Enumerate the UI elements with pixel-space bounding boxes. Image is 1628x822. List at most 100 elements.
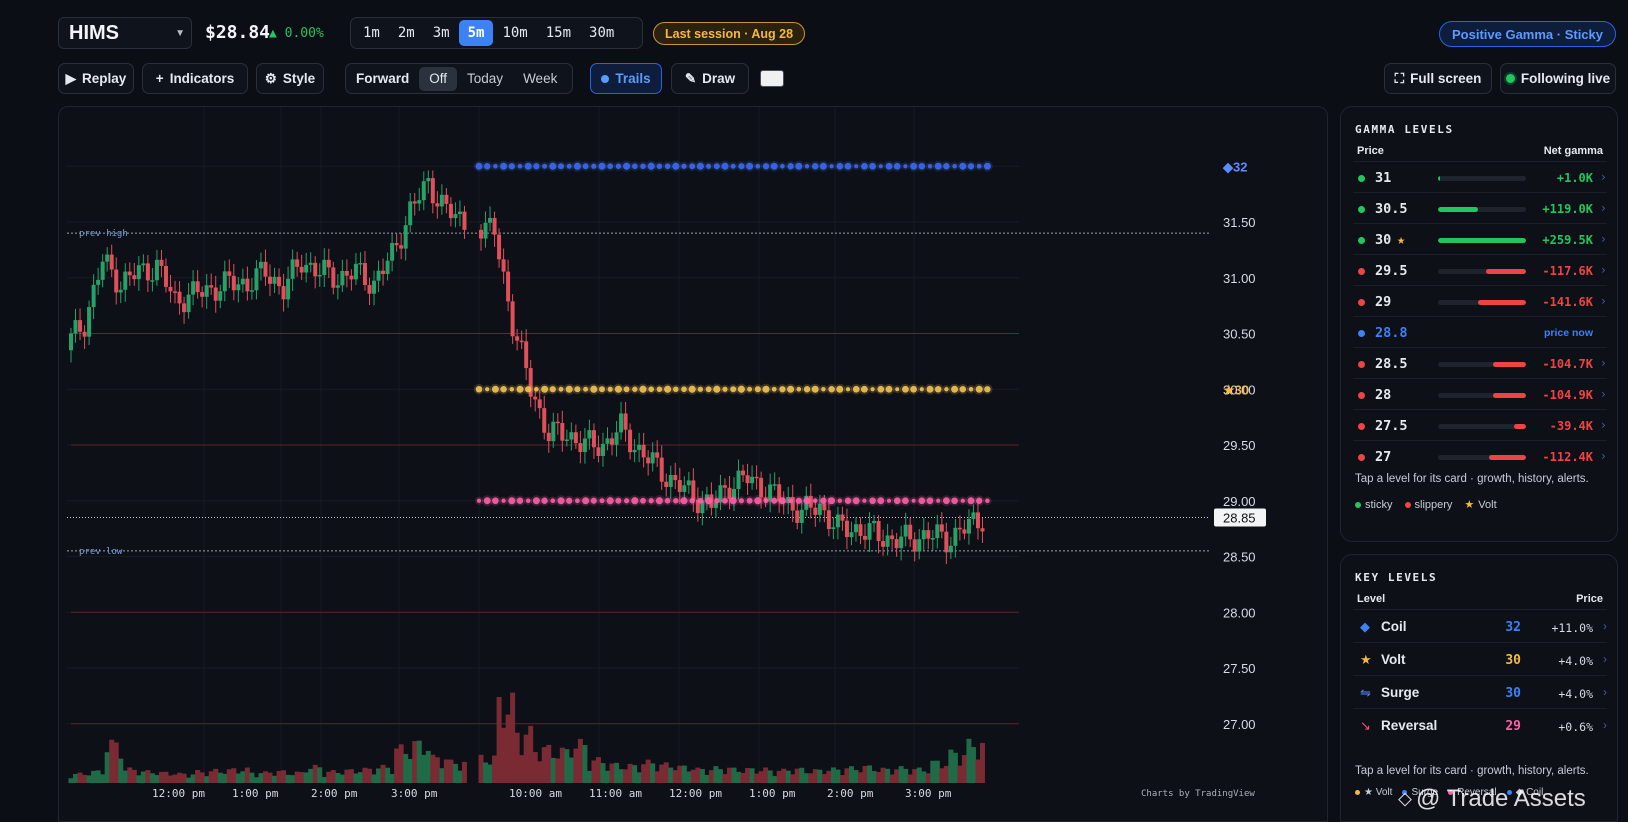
volume-bar xyxy=(281,770,287,783)
volume-bar xyxy=(609,763,615,783)
time-axis-label: 2:00 pm xyxy=(827,787,874,800)
timeframe-30m[interactable]: 30m xyxy=(580,20,623,46)
volume-bar xyxy=(749,768,755,783)
forward-option-week[interactable]: Week xyxy=(513,67,567,91)
candle-body xyxy=(641,444,646,458)
candle-body xyxy=(186,294,191,313)
gamma-trail-dot xyxy=(492,497,499,505)
volume-bar xyxy=(903,768,909,783)
gamma-bar xyxy=(1438,207,1526,212)
price-chart[interactable]: prev high prev low 31.50 31.00 30.50 30.00 29.… xyxy=(58,106,1328,822)
candle-body xyxy=(903,524,908,537)
candle-body xyxy=(457,211,462,215)
gamma-trail-dot xyxy=(475,385,483,393)
candle-body xyxy=(605,438,610,444)
chart-canvas[interactable]: prev highprev low31.5031.0030.5030.0029.… xyxy=(59,107,1328,822)
volume-bar xyxy=(591,760,597,783)
key-level-row-coil[interactable]: ◆ Coil 32 +11.0% › xyxy=(1353,609,1607,643)
draw-button[interactable]: ✎ Draw xyxy=(671,63,749,94)
timeframe-3m[interactable]: 3m xyxy=(424,20,459,46)
candle-body xyxy=(344,270,349,276)
gamma-trail-dot xyxy=(910,385,917,393)
volume-bar xyxy=(528,725,534,783)
volume-bar xyxy=(695,767,701,783)
volume-bar xyxy=(961,755,967,783)
forward-option-today[interactable]: Today xyxy=(457,67,513,91)
key-level-row-surge[interactable]: ⇋ Surge 30 +4.0% › xyxy=(1353,675,1607,709)
gamma-regime-badge[interactable]: Positive Gamma · Sticky xyxy=(1438,21,1616,47)
timeframe-15m[interactable]: 15m xyxy=(537,20,580,46)
gamma-trail-dot xyxy=(606,497,614,505)
candle-body xyxy=(439,194,444,207)
volume-bar xyxy=(745,767,751,783)
gamma-level-row[interactable]: 27.5 -39.4K › xyxy=(1353,409,1607,441)
gamma-level-row[interactable]: 28.8 price now xyxy=(1353,316,1607,348)
key-level-row-volt[interactable]: ★ Volt 30 +4.0% › xyxy=(1353,642,1607,676)
candle-body xyxy=(136,265,141,280)
key-col-price: Price xyxy=(1576,593,1603,605)
color-picker[interactable] xyxy=(756,63,788,94)
volume-bar xyxy=(812,769,818,783)
volume-bar xyxy=(190,774,196,783)
gamma-level-row[interactable]: 30.5 +119.0K › xyxy=(1353,192,1607,224)
forward-option-off[interactable]: Off xyxy=(419,66,458,91)
gamma-trail-dot xyxy=(607,163,614,170)
candle-body xyxy=(835,514,840,528)
gamma-trail-dot xyxy=(860,385,868,393)
session-badge[interactable]: Last session · Aug 28 xyxy=(653,22,806,45)
candle-body xyxy=(308,262,313,265)
trails-button[interactable]: Trails xyxy=(590,63,662,94)
symbol-select[interactable]: HIMS ▼ xyxy=(58,17,192,49)
timeframe-10m[interactable]: 10m xyxy=(493,20,536,46)
timeframe-1m[interactable]: 1m xyxy=(354,20,389,46)
volume-bar xyxy=(249,772,255,783)
timeframe-2m[interactable]: 2m xyxy=(389,20,424,46)
gamma-trail-dot xyxy=(869,162,876,170)
candle-body xyxy=(362,263,367,286)
chevron-right-icon: › xyxy=(1599,294,1607,308)
candle-body xyxy=(173,291,178,293)
style-button[interactable]: ⚙ Style xyxy=(256,63,324,94)
legend-slippery: slippery xyxy=(1404,499,1452,511)
candle-body xyxy=(917,539,922,552)
time-axis-label: 12:00 pm xyxy=(152,787,205,800)
gear-icon: ⚙ xyxy=(264,70,277,86)
time-axis-label: 3:00 pm xyxy=(391,787,438,800)
gamma-trail-dot xyxy=(623,162,631,170)
volume-bar xyxy=(948,749,954,783)
gamma-level-row[interactable]: 31 +1.0K › xyxy=(1353,161,1607,193)
following-live-button[interactable]: Following live xyxy=(1500,63,1616,94)
candle-body xyxy=(200,292,205,297)
gamma-trail-dot xyxy=(485,387,490,392)
gamma-level-row[interactable]: 28 -104.9K › xyxy=(1353,378,1607,410)
volume-bar xyxy=(650,763,656,783)
candle-body xyxy=(591,430,596,448)
gamma-bar xyxy=(1438,300,1526,305)
candle-body xyxy=(448,203,453,219)
gamma-trail-dot xyxy=(976,163,982,169)
fullscreen-button[interactable]: ⛶ Full screen xyxy=(1384,63,1492,94)
live-status-icon xyxy=(1505,74,1515,83)
gamma-level-row[interactable]: 29 -141.6K › xyxy=(1353,285,1607,317)
volume-bar xyxy=(412,741,418,783)
gamma-level-row[interactable]: 29.5 -117.6K › xyxy=(1353,254,1607,286)
gamma-level-row[interactable]: 27 -112.4K › xyxy=(1353,440,1607,472)
gamma-trail-dot xyxy=(664,385,672,393)
candle-body xyxy=(555,421,560,424)
legend-sticky-label: sticky xyxy=(1365,498,1393,511)
replay-button[interactable]: ▶ Replay xyxy=(58,63,134,94)
gamma-level-row[interactable]: 30 ★ +259.5K › xyxy=(1353,223,1607,255)
gamma-trail-dot xyxy=(944,387,949,392)
volume-bar xyxy=(357,772,363,783)
gamma-trail-dot xyxy=(852,385,860,393)
candle-body xyxy=(87,307,92,337)
key-level-row-reversal[interactable]: ↘ Reversal 29 +0.6% › xyxy=(1353,708,1607,742)
gamma-trail-dot xyxy=(919,387,924,392)
gamma-trail-dot xyxy=(837,498,843,504)
timeframe-5m[interactable]: 5m xyxy=(458,20,494,46)
gamma-trail-dot xyxy=(590,497,597,504)
gamma-level-row[interactable]: 28.5 -104.7K › xyxy=(1353,347,1607,379)
candle-body xyxy=(462,211,467,230)
indicators-button[interactable]: + Indicators xyxy=(142,63,248,94)
candle-body xyxy=(340,270,345,286)
